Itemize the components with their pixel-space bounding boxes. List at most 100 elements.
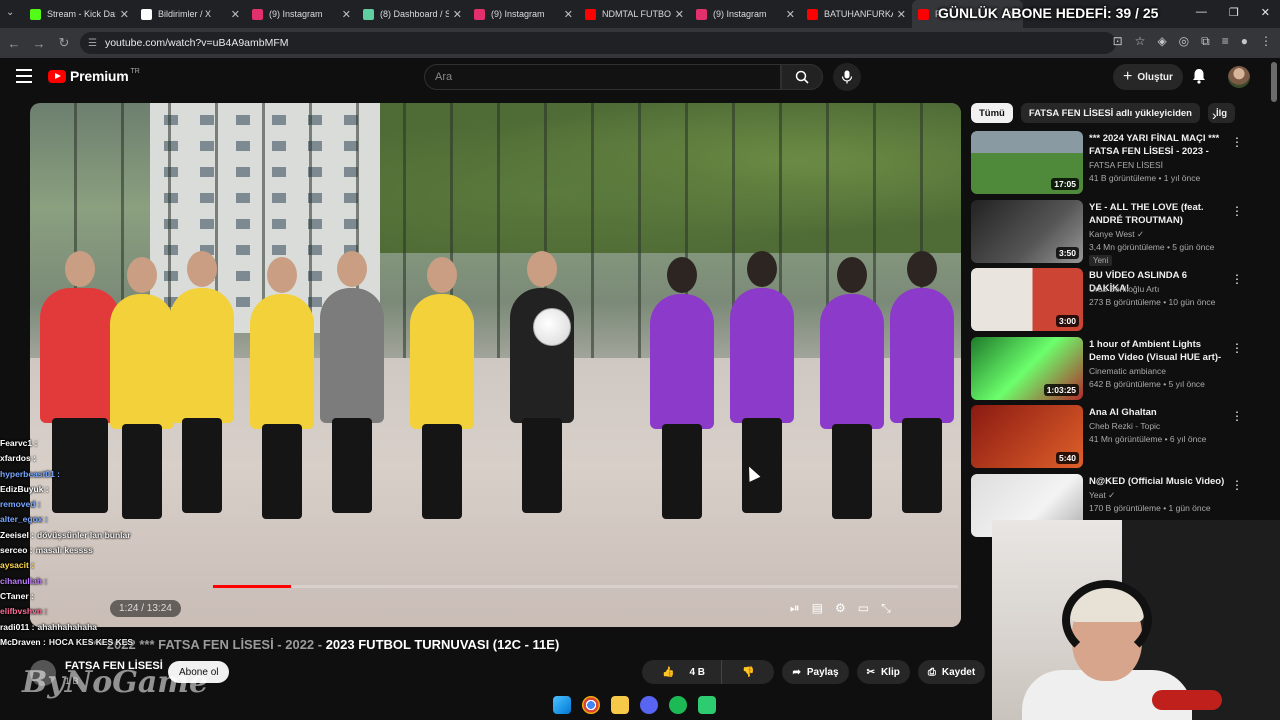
recommendation-title[interactable]: 1 hour of Ambient Lights Demo Video (Vis… [1089,338,1229,364]
recommendation-channel[interactable]: Uras Benlioğlu Artı [1089,284,1159,294]
discord-icon[interactable] [640,696,658,714]
more-options-icon[interactable]: ⋮ [1231,204,1243,218]
recommendation-channel[interactable]: Yeat ✓ [1089,490,1115,501]
recommendation-item[interactable]: 5:40 Ana Al Ghaltan Cheb Rezki - Topic 41 M… [971,405,1251,474]
tab-close-icon[interactable]: ✕ [675,8,684,21]
chrome-icon[interactable] [582,696,600,714]
vpn-icon[interactable]: ◎ [1179,34,1189,49]
like-button[interactable]: 👍 4 B [642,660,715,684]
chat-message: radi011 : ahahhahahaha [0,622,160,637]
more-options-icon[interactable]: ⋮ [1231,135,1243,149]
save-button[interactable]: ⎙ Kaydet [917,660,986,684]
restore-icon[interactable]: ❐ [1229,6,1239,19]
page-scrollbar[interactable] [1271,62,1277,102]
fullscreen-icon[interactable]: ⤡ [881,601,891,616]
browser-tab[interactable]: (8) Dashboard / S ✕ [357,0,468,28]
folder-icon[interactable] [611,696,629,714]
theater-mode-icon[interactable]: ▭ [858,601,869,615]
browser-tab[interactable]: BATUHANFURKAN ✕ [801,0,912,28]
recommendation-item[interactable]: 3:00 BU VİDEO ASLINDA 6 DAKİKA! Uras Benli… [971,268,1251,337]
tab-close-icon[interactable]: ✕ [897,8,906,21]
recommendation-meta: 41 B görüntüleme • 1 yıl önce [1089,173,1201,183]
chat-username: EdizBuyuk : [0,483,49,494]
recommendation-item[interactable]: 17:05 *** 2024 YARI FİNAL MAÇI *** FATSA … [971,131,1251,200]
tab-close-icon[interactable]: ✕ [786,8,795,21]
app-icon[interactable] [698,696,716,714]
address-bar[interactable]: ☰ youtube.com/watch?v=uB4A9ambMFM [80,32,1116,54]
back-icon[interactable]: ← [3,36,25,51]
recommendations-list: 17:05 *** 2024 YARI FİNAL MAÇI *** FATSA … [971,131,1251,542]
filter-chip[interactable]: FATSA FEN LİSESİ adlı yükleyiciden [1020,103,1200,123]
recommendation-thumbnail[interactable]: 1:03:25 [971,336,1083,400]
reload-icon[interactable]: ↻ [53,35,75,51]
more-options-icon[interactable]: ⋮ [1231,272,1243,286]
close-window-icon[interactable]: ✕ [1261,6,1270,19]
forward-icon[interactable]: → [28,36,50,51]
minimize-icon[interactable]: — [1196,6,1207,19]
recommendation-title[interactable]: N@KED (Official Music Video) [1089,475,1229,488]
recommendation-item[interactable]: 1:03:25 1 hour of Ambient Lights Demo Vid… [971,336,1251,406]
hamburger-menu-icon[interactable] [16,69,32,83]
clip-button[interactable]: ✂ Klip [856,660,910,684]
puzzle-icon[interactable]: ⧉ [1201,34,1210,49]
notifications-bell-icon[interactable] [1192,68,1206,89]
chat-username: Fearvc1 : [0,438,38,448]
more-options-icon[interactable]: ⋮ [1231,478,1243,492]
tab-close-icon[interactable]: ✕ [342,8,351,21]
tab-title: (9) Instagram [269,9,323,19]
recommendation-channel[interactable]: Cheb Rezki - Topic [1089,421,1160,431]
recommendation-channel[interactable]: FATSA FEN LİSESİ [1089,160,1163,170]
settings-gear-icon[interactable]: ⚙ [835,601,846,615]
browser-tab[interactable]: Bildirimler / X ✕ [135,0,246,28]
tab-favicon-icon [918,8,929,20]
bookmark-star-icon[interactable]: ☆ [1135,34,1146,49]
browser-tab[interactable]: NDMTAL FUTBOL ✕ [579,0,690,28]
duration-badge: 17:05 [1051,178,1079,190]
recommendation-thumbnail[interactable]: 3:00 [971,268,1083,331]
dislike-button[interactable]: 👎 [721,660,774,684]
tab-close-icon[interactable]: ✕ [120,8,129,21]
create-button[interactable]: + Oluştur [1113,64,1183,90]
youtube-logo[interactable]: Premium TR [48,68,140,84]
voice-search-button[interactable] [833,63,861,91]
tab-close-icon[interactable]: ✕ [453,8,462,21]
chat-message: Fearvc1 : [0,438,160,453]
tab-close-icon[interactable]: ✕ [564,8,573,21]
share-button[interactable]: ➦ Paylaş [782,660,849,684]
recommendation-channel[interactable]: Kanye West ✓ [1089,229,1144,240]
subtitles-icon[interactable]: ▤ [812,601,823,615]
browser-tab[interactable]: (9) Instagram ✕ [246,0,357,28]
recommendation-item[interactable]: 3:50 YE - ALL THE LOVE (feat. ANDRÉ TROUT… [971,199,1251,269]
account-avatar[interactable] [1228,66,1250,88]
video-progress-bar[interactable] [213,585,958,588]
profile-icon[interactable]: ● [1241,34,1248,49]
autoplay-toggle-icon[interactable]: ⏯ [790,601,800,616]
recommendation-thumbnail[interactable]: 17:05 [971,131,1083,194]
install-icon[interactable]: ⊡ [1113,34,1123,49]
search-button[interactable] [781,64,823,90]
video-player[interactable] [30,103,961,627]
browser-tab[interactable]: (9) Instagram ✕ [468,0,579,28]
media-icon[interactable]: ≡ [1222,34,1229,49]
more-options-icon[interactable]: ⋮ [1231,409,1243,423]
recommendation-title[interactable]: Ana Al Ghaltan [1089,406,1229,419]
more-options-icon[interactable]: ⋮ [1231,341,1243,355]
recommendation-thumbnail[interactable]: 3:50 [971,199,1083,263]
tab-search-icon[interactable]: ⌄ [6,7,14,18]
browser-tab[interactable]: (9) Instagram ✕ [690,0,801,28]
tab-close-icon[interactable]: ✕ [231,8,240,21]
extension-icon[interactable]: ◈ [1157,34,1166,49]
recommendation-title[interactable]: YE - ALL THE LOVE (feat. ANDRÉ TROUTMAN) [1089,201,1229,227]
spotify-icon[interactable] [669,696,687,714]
windows-start-icon[interactable] [553,696,571,714]
browser-tab[interactable]: Stream - Kick Da: ✕ [24,0,135,28]
chat-message: elifbvshvn : [0,606,160,621]
recommendation-title[interactable]: *** 2024 YARI FİNAL MAÇI *** FATSA FEN L… [1089,132,1229,158]
search-input[interactable]: Ara [424,64,781,90]
site-info-icon[interactable]: ☰ [88,38,97,49]
recommendation-thumbnail[interactable]: 5:40 [971,405,1083,468]
recommendation-channel[interactable]: Cinematic ambiance [1089,366,1166,376]
menu-icon[interactable]: ⋮ [1260,34,1272,49]
filter-chip[interactable]: Tümü [971,103,1013,123]
chips-next-icon[interactable]: › [1212,107,1217,123]
